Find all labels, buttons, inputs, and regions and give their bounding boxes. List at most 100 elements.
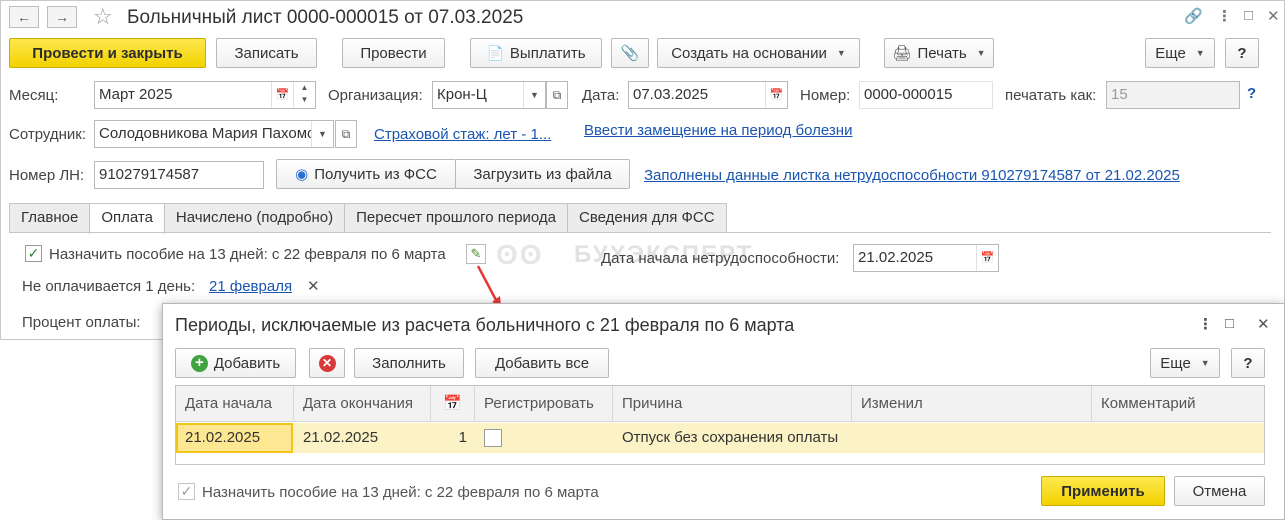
load-from-file-button[interactable]: Загрузить из файла: [455, 159, 630, 189]
remove-icon[interactable]: ✕: [307, 277, 320, 295]
post-and-close-button[interactable]: Провести и закрыть: [9, 38, 206, 68]
save-button[interactable]: Записать: [216, 38, 317, 68]
table-row[interactable]: 21.02.2025 21.02.2025 1 Отпуск без сохра…: [176, 423, 1264, 453]
arrow-right-icon: →: [55, 9, 69, 25]
cell-days[interactable]: 1: [431, 423, 467, 453]
unpaid-days-label: Не оплачивается 1 день:: [22, 278, 196, 295]
month-label: Месяц:: [9, 87, 59, 104]
column-register[interactable]: Регистрировать: [475, 386, 613, 422]
close-icon[interactable]: ✕: [1257, 315, 1270, 333]
cancel-button[interactable]: Отмена: [1174, 476, 1265, 506]
excluded-periods-dialog: Периоды, исключаемые из расчета больничн…: [162, 303, 1285, 520]
cell-register[interactable]: [475, 423, 613, 453]
column-end-date[interactable]: Дата окончания: [294, 386, 431, 422]
register-checkbox[interactable]: [484, 429, 502, 448]
disability-start-label: Дата начала нетрудоспособности:: [601, 250, 840, 267]
print-as-field[interactable]: 15: [1106, 81, 1240, 109]
plus-circle-icon: +: [190, 354, 208, 372]
close-icon[interactable]: ✕: [1267, 7, 1280, 25]
maximize-icon[interactable]: □: [1244, 7, 1253, 24]
caret-down-icon: ▼: [976, 48, 986, 58]
column-start-date[interactable]: Дата начала: [176, 386, 294, 422]
insurance-period-link[interactable]: Страховой стаж: лет - 1...: [374, 126, 551, 143]
cell-comment[interactable]: [1092, 423, 1266, 453]
back-button[interactable]: ←: [9, 6, 39, 28]
dialog-title: Периоды, исключаемые из расчета больничн…: [175, 315, 795, 335]
table-header: Дата начала Дата окончания 📅 Регистриров…: [176, 386, 1264, 422]
calendar-icon[interactable]: 📅: [271, 82, 293, 108]
assign-benefit-checkbox[interactable]: ✓: [25, 245, 42, 262]
column-reason[interactable]: Причина: [613, 386, 852, 422]
print-as-label: печатать как:: [1005, 87, 1097, 104]
delete-button[interactable]: ✕: [309, 348, 345, 378]
apply-button[interactable]: Применить: [1041, 476, 1165, 506]
chain-link-icon[interactable]: 🔗: [1184, 7, 1203, 25]
calendar-icon: 📅: [443, 395, 462, 412]
disability-start-field[interactable]: 21.02.2025 📅: [853, 244, 999, 272]
organization-field[interactable]: Крон-Ц ▼: [432, 81, 546, 109]
more-button[interactable]: Еще ▼: [1145, 38, 1215, 68]
help-button[interactable]: ?: [1225, 38, 1259, 68]
cell-reason[interactable]: Отпуск без сохранения оплаты: [613, 423, 843, 453]
periods-table: Дата начала Дата окончания 📅 Регистриров…: [175, 385, 1265, 465]
forward-button[interactable]: →: [47, 6, 77, 28]
more-vertical-icon[interactable]: ⋮: [1198, 315, 1213, 333]
calendar-icon[interactable]: 📅: [976, 245, 998, 271]
month-field[interactable]: Март 2025 📅 ▲ ▼: [94, 81, 316, 109]
star-icon[interactable]: ☆: [93, 4, 113, 30]
tab-fss-info[interactable]: Сведения для ФСС: [567, 203, 727, 233]
checkmark-icon: ✓: [27, 245, 40, 261]
organization-label: Организация:: [328, 87, 423, 104]
number-field[interactable]: 0000-000015: [859, 81, 993, 109]
help-question-icon[interactable]: ?: [1247, 85, 1256, 102]
calendar-icon[interactable]: 📅: [765, 82, 787, 108]
dropdown-icon[interactable]: ▼: [311, 121, 333, 147]
maximize-icon[interactable]: □: [1225, 315, 1234, 332]
tab-recalc-past-period[interactable]: Пересчет прошлого периода: [344, 203, 569, 233]
dialog-help-button[interactable]: ?: [1231, 348, 1265, 378]
document-icon: 📄: [486, 44, 504, 61]
open-organization-button[interactable]: ⧉: [546, 81, 568, 109]
paperclip-icon: 📎: [620, 45, 640, 62]
cell-start-date[interactable]: 21.02.2025: [176, 423, 293, 453]
page-title: Больничный лист 0000-000015 от 07.03.202…: [127, 7, 524, 28]
print-button[interactable]: 🖨 Печать ▼: [884, 38, 994, 68]
footer-assign-checkbox[interactable]: ✓: [178, 483, 195, 500]
add-all-button[interactable]: Добавить все: [475, 348, 609, 378]
unpaid-date-link[interactable]: 21 февраля: [209, 278, 292, 295]
pencil-edit-icon[interactable]: ✎: [466, 244, 486, 264]
payment-percent-label: Процент оплаты:: [22, 314, 141, 331]
tab-accrued-detailed[interactable]: Начислено (подробно): [163, 203, 346, 233]
dialog-more-button[interactable]: Еще ▼: [1150, 348, 1220, 378]
spinner-icon[interactable]: ▲ ▼: [293, 82, 315, 108]
fss-globe-icon: ◉: [295, 166, 309, 183]
assign-benefit-label: Назначить пособие на 13 дней: с 22 февра…: [49, 246, 446, 263]
tab-main[interactable]: Главное: [9, 203, 91, 233]
filled-data-link[interactable]: Заполнены данные листка нетрудоспособнос…: [644, 167, 1180, 184]
checkmark-icon: ✓: [180, 483, 193, 499]
create-based-on-button[interactable]: Создать на основании ▼: [657, 38, 860, 68]
column-changed-by[interactable]: Изменил: [852, 386, 1092, 422]
cell-end-date[interactable]: 21.02.2025: [294, 423, 431, 453]
pay-button[interactable]: 📄 Выплатить: [470, 38, 602, 68]
footer-assign-label: Назначить пособие на 13 дней: с 22 февра…: [202, 484, 599, 501]
add-button[interactable]: + Добавить: [175, 348, 296, 378]
column-days[interactable]: 📅: [431, 386, 475, 422]
fill-button[interactable]: Заполнить: [354, 348, 464, 378]
date-field[interactable]: 07.03.2025 📅: [628, 81, 788, 109]
attach-button[interactable]: 📎: [611, 38, 649, 68]
caret-down-icon: ▼: [1200, 358, 1210, 368]
more-vertical-icon[interactable]: ⋮: [1217, 7, 1232, 25]
post-button[interactable]: Провести: [342, 38, 445, 68]
employee-label: Сотрудник:: [9, 126, 87, 143]
sick-leave-number-field[interactable]: 910279174587: [94, 161, 264, 189]
tab-payment[interactable]: Оплата: [89, 203, 165, 234]
cell-changed-by[interactable]: [852, 423, 1092, 453]
dropdown-icon[interactable]: ▼: [523, 82, 545, 108]
get-from-fss-button[interactable]: ◉ Получить из ФСС: [276, 159, 456, 189]
employee-field[interactable]: Солодовникова Мария Пахомовна ▼: [94, 120, 334, 148]
open-employee-button[interactable]: ⧉: [335, 120, 357, 148]
replacement-link[interactable]: Ввести замещение на период болезни: [584, 122, 852, 139]
column-comment[interactable]: Комментарий: [1092, 386, 1266, 422]
document-window: ← → ☆ Больничный лист 0000-000015 от 07.…: [0, 0, 1285, 340]
